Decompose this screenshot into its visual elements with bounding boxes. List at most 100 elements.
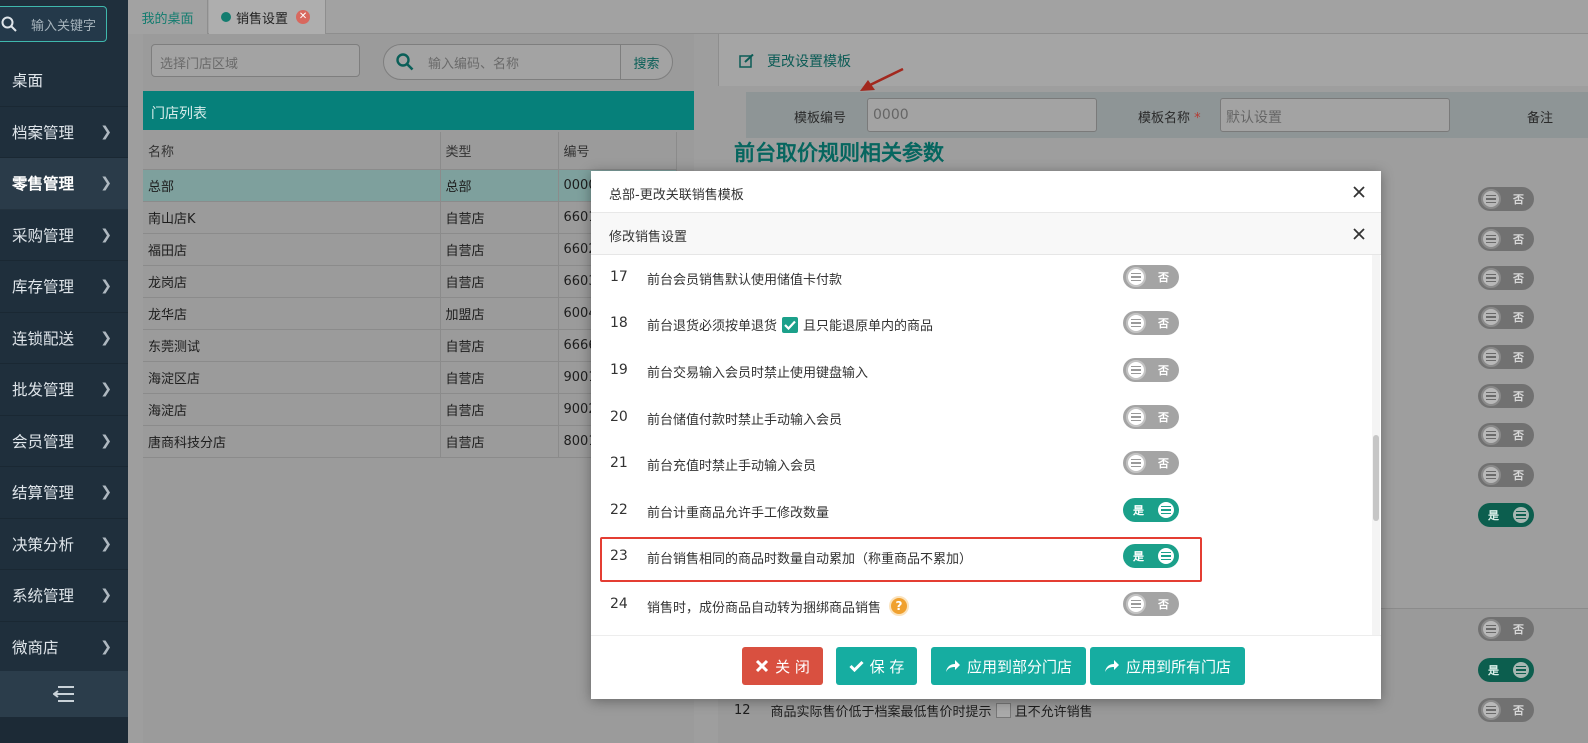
sidebar-search[interactable]: 输入关键字 xyxy=(0,6,107,42)
sidebar-item[interactable]: 档案管理 ❯ xyxy=(0,107,128,158)
sidebar-search-placeholder: 输入关键字 xyxy=(31,18,97,34)
toggle-switch[interactable]: 否 xyxy=(1123,592,1179,616)
column-header[interactable]: 类型 xyxy=(440,132,559,170)
sidebar-item[interactable]: 会员管理 ❯ xyxy=(0,416,128,467)
sidebar-item[interactable]: 系统管理 ❯ xyxy=(0,570,128,622)
store-area-select[interactable]: 选择门店区域 xyxy=(151,44,360,77)
toggle-switch[interactable]: 否 xyxy=(1478,698,1534,722)
tab-sales-settings[interactable]: 销售设置 ✕ xyxy=(209,0,326,34)
template-name-input[interactable]: 默认设置 xyxy=(1220,98,1450,132)
check-icon xyxy=(849,660,864,672)
toggle-switch[interactable]: 是 xyxy=(1478,658,1534,682)
save-button[interactable]: 保 存 xyxy=(836,647,917,685)
store-search-button[interactable]: 搜索 xyxy=(620,45,672,79)
toggle-switch[interactable]: 否 xyxy=(1123,358,1179,382)
sidebar-item-label: 决策分析 xyxy=(12,535,75,554)
toggle-switch[interactable]: 否 xyxy=(1123,265,1179,289)
help-icon[interactable]: ? xyxy=(889,596,910,616)
sidebar-item[interactable]: 采购管理 ❯ xyxy=(0,210,128,261)
search-icon xyxy=(396,53,414,71)
apply-to-all-stores-button[interactable]: 应用到所有门店 xyxy=(1090,647,1245,685)
toggle-label: 是 xyxy=(1133,504,1144,517)
toggle-switch[interactable]: 否 xyxy=(1478,617,1534,641)
close-icon xyxy=(756,659,769,673)
button-label: 应用到部分门店 xyxy=(966,657,1072,676)
store-area-placeholder: 选择门店区域 xyxy=(160,57,239,72)
sidebar-item[interactable]: 结算管理 ❯ xyxy=(0,467,128,519)
toggle-switch[interactable]: 否 xyxy=(1123,311,1179,335)
toggle-switch[interactable]: 否 xyxy=(1478,345,1534,369)
toggle-switch[interactable]: 否 xyxy=(1123,451,1179,475)
sidebar-item-label: 桌面 xyxy=(12,72,44,91)
toggle-knob-icon xyxy=(1156,546,1176,566)
checkbox[interactable] xyxy=(995,703,1011,718)
share-arrow-icon xyxy=(1104,660,1119,672)
toggle-label: 否 xyxy=(1513,390,1524,403)
template-code-label: 模板编号 xyxy=(794,111,847,126)
column-header[interactable]: 名称 xyxy=(143,132,441,170)
table-cell: 自营店 xyxy=(440,329,559,362)
apply-to-some-stores-button[interactable]: 应用到部分门店 xyxy=(931,647,1086,685)
table-cell: 总部 xyxy=(143,169,441,202)
chevron-right-icon: ❯ xyxy=(100,638,112,655)
button-label: 保 存 xyxy=(869,657,905,676)
scrollbar[interactable] xyxy=(1372,255,1380,635)
toggle-switch[interactable]: 是 xyxy=(1478,503,1534,527)
setting-label: 前台计重商品允许手工修改数量 xyxy=(647,506,830,521)
toggle-knob-icon xyxy=(1481,386,1501,406)
toggle-switch[interactable]: 否 xyxy=(1123,405,1179,429)
close-icon[interactable] xyxy=(1351,184,1367,200)
change-template-link[interactable]: 更改设置模板 xyxy=(739,51,851,71)
toggle-label: 是 xyxy=(1488,664,1499,677)
toggle-switch[interactable]: 否 xyxy=(1478,384,1534,408)
table-cell: 自营店 xyxy=(440,233,559,266)
toggle-switch[interactable]: 否 xyxy=(1478,463,1534,487)
sidebar: 输入关键字 桌面 档案管理 ❯ 零售管理 ❯ 采购管理 ❯ 库存管理 ❯ 连锁配送 ❯ 批发管理 ❯ 会员… xyxy=(0,0,128,743)
collapse-sidebar-button[interactable] xyxy=(0,671,128,717)
scrollbar-thumb[interactable] xyxy=(1373,435,1379,521)
toggle-switch[interactable]: 否 xyxy=(1478,266,1534,290)
toggle-knob-icon xyxy=(1126,453,1146,473)
toggle-switch[interactable]: 否 xyxy=(1478,423,1534,447)
toggle-knob-icon xyxy=(1481,465,1501,485)
toggle-label: 否 xyxy=(1513,704,1524,717)
sidebar-item[interactable]: 决策分析 ❯ xyxy=(0,519,128,570)
sidebar-item[interactable]: 连锁配送 ❯ xyxy=(0,313,128,364)
template-toolbar: 更改设置模板 xyxy=(718,34,1588,86)
close-button[interactable]: 关 闭 xyxy=(742,647,823,685)
sidebar-item[interactable]: 微商店 ❯ xyxy=(0,622,128,673)
table-cell: 东莞测试 xyxy=(143,329,441,362)
table-cell: 自营店 xyxy=(440,265,559,298)
toggle-switch[interactable]: 否 xyxy=(1478,227,1534,251)
toggle-switch[interactable]: 是 xyxy=(1123,544,1179,568)
toggle-switch[interactable]: 否 xyxy=(1478,305,1534,329)
close-tab-icon[interactable]: ✕ xyxy=(296,10,311,24)
sidebar-item[interactable]: 库存管理 ❯ xyxy=(0,261,128,313)
sidebar-item[interactable]: 批发管理 ❯ xyxy=(0,364,128,416)
toggle-switch[interactable]: 是 xyxy=(1123,498,1179,522)
setting-row: 24 销售时，成份商品自动转为捆绑商品销售? 否 xyxy=(591,582,1371,628)
setting-number: 22 xyxy=(610,502,628,518)
close-icon[interactable] xyxy=(1351,226,1367,242)
sidebar-item[interactable]: 零售管理 ❯ xyxy=(0,158,128,210)
tab-my-desktop[interactable]: 我的桌面 xyxy=(128,0,208,34)
modal-subheader: 修改销售设置 xyxy=(591,213,1381,255)
remark-label: 备注 xyxy=(1527,111,1554,126)
sidebar-item[interactable]: 桌面 xyxy=(0,55,128,107)
sidebar-item-label: 批发管理 xyxy=(12,381,75,400)
toggle-switch[interactable]: 否 xyxy=(1478,187,1534,211)
chevron-right-icon: ❯ xyxy=(100,329,112,346)
toggle-label: 否 xyxy=(1513,351,1524,364)
setting-number: 23 xyxy=(610,548,628,564)
template-code-input[interactable]: 0000 xyxy=(867,98,1097,132)
table-cell: 唐商科技分店 xyxy=(143,425,441,458)
toggle-knob-icon xyxy=(1126,360,1146,380)
checkbox-checked-icon[interactable] xyxy=(782,316,799,333)
column-header[interactable]: 编号 xyxy=(558,132,677,170)
store-search-input[interactable]: 输入编码、名称 xyxy=(428,53,620,72)
toggle-knob-icon xyxy=(1126,313,1146,333)
chevron-right-icon: ❯ xyxy=(100,535,112,552)
toggle-label: 否 xyxy=(1513,193,1524,206)
setting-number: 17 xyxy=(610,269,628,285)
toggle-knob-icon xyxy=(1481,229,1501,249)
